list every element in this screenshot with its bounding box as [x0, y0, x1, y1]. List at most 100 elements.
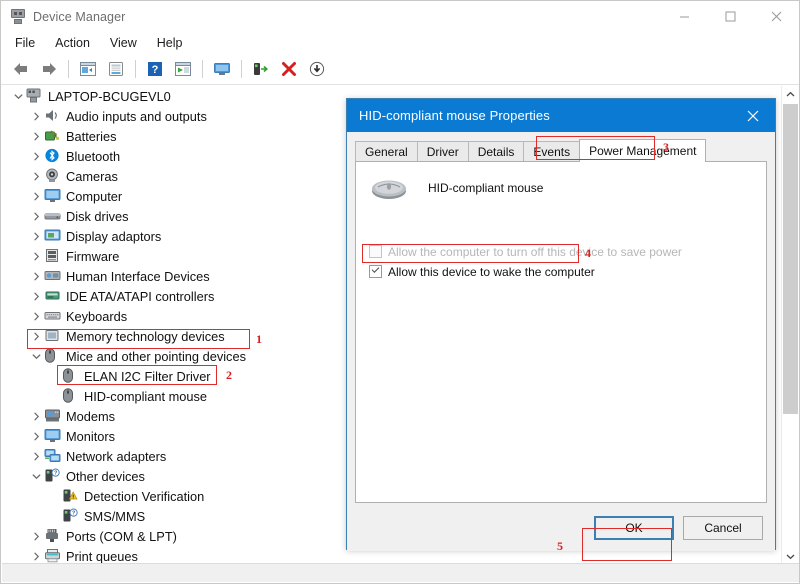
properties-icon[interactable]: [75, 56, 101, 82]
tree-item-label: Network adapters: [66, 448, 167, 464]
svg-text:?: ?: [152, 64, 159, 76]
annotation-number-1: 1: [256, 332, 262, 346]
delete-icon[interactable]: [276, 56, 302, 82]
back-arrow-icon[interactable]: [8, 56, 34, 82]
firmware-icon: [44, 248, 62, 264]
chevron-right-icon[interactable]: [28, 208, 44, 224]
checkbox-row-turn-off-power[interactable]: Allow the computer to turn off this devi…: [369, 243, 682, 260]
tree-item-label: Cameras: [66, 168, 118, 184]
chevron-right-icon[interactable]: [28, 528, 44, 544]
chevron-up-icon[interactable]: [782, 86, 799, 103]
tree-item-label: Detection Verification: [84, 488, 205, 504]
chevron-right-icon[interactable]: [28, 228, 44, 244]
menu-action[interactable]: Action: [45, 34, 100, 52]
forward-arrow-icon[interactable]: [36, 56, 62, 82]
mouse-icon: [44, 348, 62, 364]
chevron-right-icon[interactable]: [28, 188, 44, 204]
turn-off-power-checkbox[interactable]: [369, 245, 382, 258]
battery-icon: [44, 128, 62, 144]
unknown-device-icon: ?: [44, 468, 62, 484]
chevron-right-icon[interactable]: [28, 168, 44, 184]
port-icon: [44, 528, 62, 544]
device-header: HID-compliant mouse: [368, 174, 543, 202]
power-management-panel: HID-compliant mouse Allow the computer t…: [355, 161, 767, 503]
tab-driver[interactable]: Driver: [416, 141, 469, 162]
chevron-down-icon[interactable]: [28, 468, 44, 484]
tab-power-management[interactable]: Power Management: [579, 139, 707, 162]
properties-dialog: HID-compliant mouse Properties General D…: [346, 98, 776, 551]
display-adapter-icon: [44, 228, 62, 244]
tab-general[interactable]: General: [355, 141, 418, 162]
chevron-right-icon[interactable]: [28, 148, 44, 164]
wake-computer-checkbox[interactable]: [369, 265, 382, 278]
chevron-right-icon[interactable]: [28, 548, 44, 564]
mouse-3d-icon: [368, 174, 412, 202]
display-icon[interactable]: [209, 56, 235, 82]
statusbar: [2, 563, 799, 582]
chevron-right-icon[interactable]: [28, 308, 44, 324]
uninstall-device-icon[interactable]: [248, 56, 274, 82]
tree-item-label: Memory technology devices: [66, 328, 225, 344]
tree-item-label: Other devices: [66, 468, 145, 484]
network-icon: [44, 448, 62, 464]
chevron-down-icon[interactable]: [10, 88, 26, 104]
dialog-title: HID-compliant mouse Properties: [359, 108, 550, 123]
chevron-right-icon[interactable]: [28, 328, 44, 344]
dialog-close-icon[interactable]: [731, 99, 775, 132]
tree-item-label: Disk drives: [66, 208, 129, 224]
chevron-down-icon[interactable]: [28, 348, 44, 364]
unknown-device-icon: ?: [62, 508, 80, 524]
scan-hardware-icon[interactable]: [170, 56, 196, 82]
chevron-right-icon[interactable]: [28, 428, 44, 444]
tree-item-label: Ports (COM & LPT): [66, 528, 177, 544]
svg-text:?: ?: [72, 511, 75, 517]
computer-root-icon: [26, 88, 44, 104]
monitor-icon: [44, 428, 62, 444]
menu-help[interactable]: Help: [147, 34, 193, 52]
tree-item-label: Modems: [66, 408, 116, 424]
update-driver-icon[interactable]: [103, 56, 129, 82]
toolbar-separator: [202, 60, 203, 78]
ok-button[interactable]: OK: [594, 516, 674, 540]
tree-item-label: Display adaptors: [66, 228, 162, 244]
close-button[interactable]: [753, 1, 799, 32]
wake-computer-label: Allow this device to wake the computer: [388, 264, 595, 279]
tree-vertical-scrollbar[interactable]: [781, 86, 799, 565]
device-manager-window: Device Manager File Action View Help ? L…: [0, 0, 800, 584]
minimize-button[interactable]: [661, 1, 707, 32]
tree-item-label: Computer: [66, 188, 123, 204]
chevron-right-icon[interactable]: [28, 108, 44, 124]
printer-icon: [44, 548, 62, 564]
tree-item-label: Audio inputs and outputs: [66, 108, 207, 124]
device-name-label: HID-compliant mouse: [428, 181, 544, 195]
toolbar-separator: [68, 60, 69, 78]
checkbox-row-wake-computer[interactable]: Allow this device to wake the computer: [369, 263, 595, 280]
chevron-right-icon[interactable]: [28, 288, 44, 304]
tree-item-label: Monitors: [66, 428, 116, 444]
scrollbar-thumb[interactable]: [783, 104, 798, 414]
tab-details[interactable]: Details: [467, 141, 525, 162]
chevron-right-icon[interactable]: [28, 248, 44, 264]
tab-events[interactable]: Events: [523, 141, 581, 162]
annotation-number-4: 4: [585, 246, 591, 260]
bluetooth-icon: [44, 148, 62, 164]
maximize-button[interactable]: [707, 1, 753, 32]
hid-icon: [44, 268, 62, 284]
menu-view[interactable]: View: [100, 34, 147, 52]
tree-item-label: Bluetooth: [66, 148, 121, 164]
menu-file[interactable]: File: [5, 34, 45, 52]
dialog-body: General Driver Details Events Power Mana…: [347, 132, 775, 551]
download-icon[interactable]: [304, 56, 330, 82]
camera-icon: [44, 168, 62, 184]
cancel-button[interactable]: Cancel: [683, 516, 763, 540]
chevron-right-icon[interactable]: [28, 268, 44, 284]
help-icon[interactable]: ?: [142, 56, 168, 82]
turn-off-power-label: Allow the computer to turn off this devi…: [388, 244, 682, 259]
chevron-right-icon[interactable]: [28, 128, 44, 144]
modem-icon: [44, 408, 62, 424]
chevron-right-icon[interactable]: [28, 408, 44, 424]
chevron-right-icon[interactable]: [28, 448, 44, 464]
annotation-number-3: 3: [663, 140, 669, 154]
